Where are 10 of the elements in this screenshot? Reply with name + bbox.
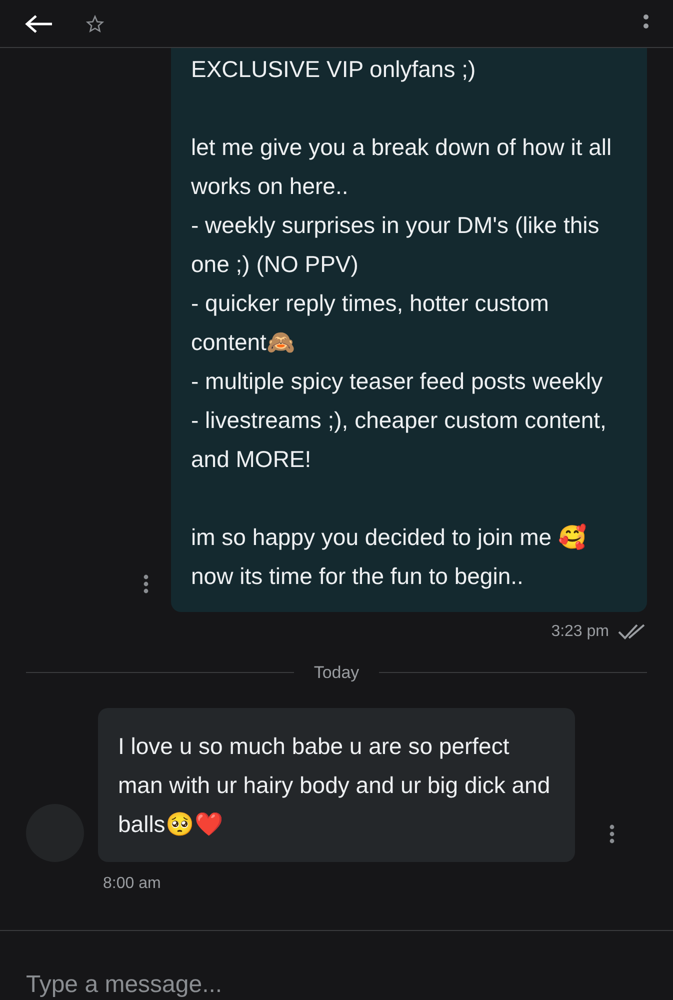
message-bubble: EXCLUSIVE VIP onlyfans ;) let me give you a break down of how it all works on here.. - weekly surprises in your DM's (like this one ;) (NO PPV) - quicker reply times, hotter custom content🙈 - multiple spicy teaser feed posts weekly - livestreams ;), cheaper custom content, and MORE! im so happy you decided to join me 🥰 now its time for the fun to begin.. (171, 48, 647, 612)
message-input[interactable]: Type a message... (0, 970, 673, 1000)
message-time: 8:00 am (103, 874, 162, 894)
star-icon[interactable] (86, 14, 104, 32)
message-menu-icon[interactable] (609, 824, 615, 844)
message-time: 3:23 pm (551, 622, 609, 642)
date-divider: Today (314, 662, 360, 684)
back-icon[interactable] (24, 14, 54, 34)
message-bubble: I love u so much babe u are so perfect man with ur hairy body and ur big dick and balls🥺❤ (98, 708, 575, 862)
message-menu-icon[interactable] (143, 574, 149, 594)
